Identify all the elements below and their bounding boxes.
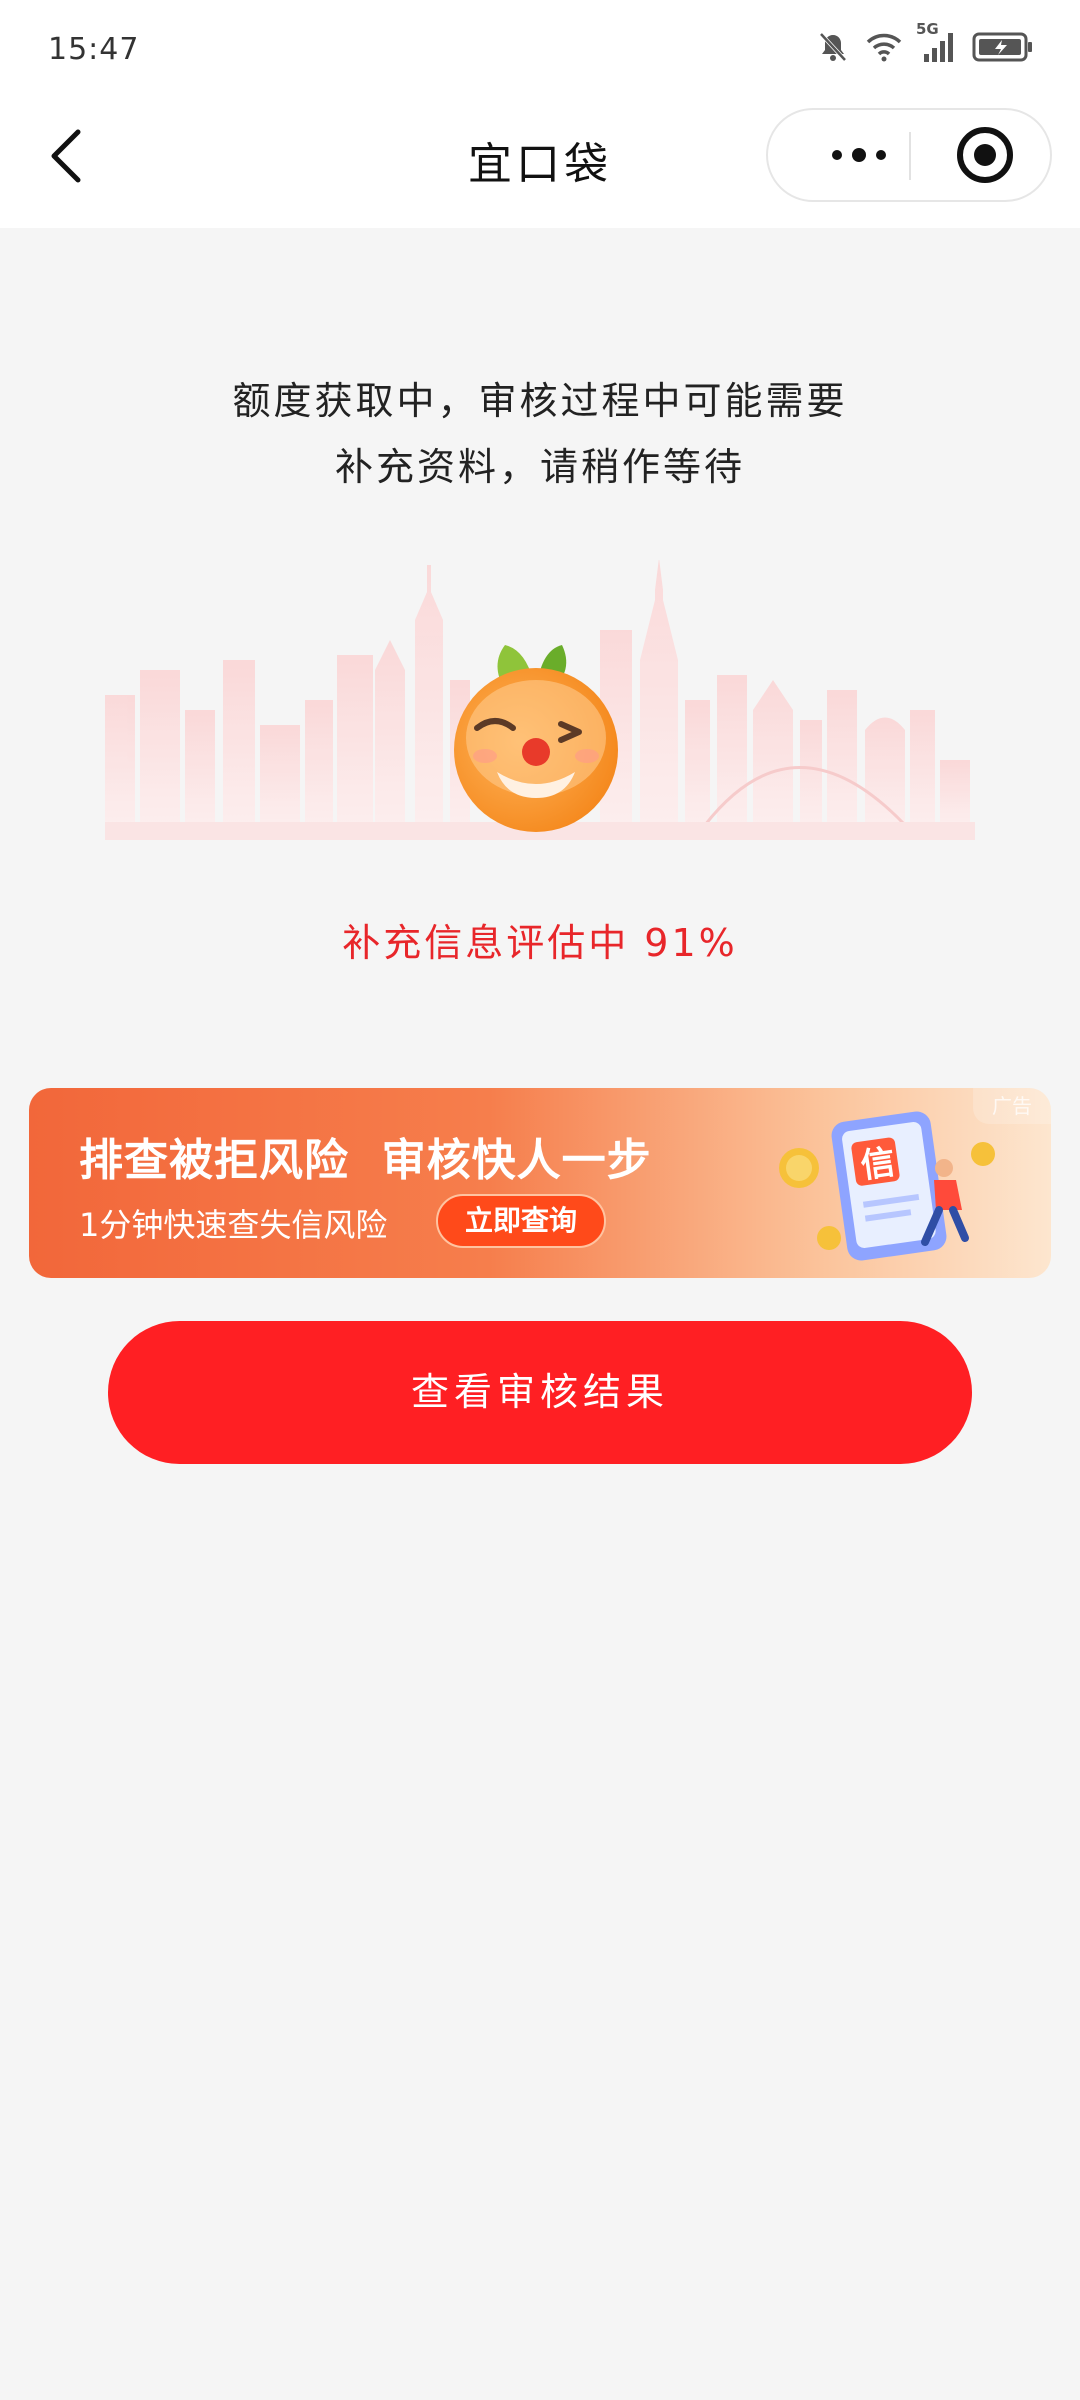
- progress-status-text: 补充信息评估中 91%: [342, 921, 738, 965]
- status-bar: 15:47 5G: [0, 0, 1080, 100]
- skyline-mascot-illustration: [105, 560, 975, 840]
- close-miniprogram-button[interactable]: [954, 124, 1016, 186]
- ad-subtitle: 1分钟快速查失信风险: [79, 1206, 388, 1244]
- status-message-line2: 补充资料，请稍作等待: [334, 445, 745, 489]
- wifi-icon: [864, 30, 904, 68]
- navigation-bar: 宜口袋: [0, 100, 1080, 228]
- ad-badge-char: 信: [858, 1142, 897, 1186]
- ad-phone-illustration: 信: [779, 1111, 995, 1261]
- cellular-signal-icon: 5G: [916, 20, 958, 68]
- mute-icon: [816, 30, 850, 68]
- mascot-icon: [454, 645, 618, 832]
- status-message-line1: 额度获取中，审核过程中可能需要: [232, 379, 848, 423]
- ad-banner[interactable]: 广告 排查被拒风险 审核快人一步 1分钟快速查失信风险 立即查询 信: [29, 1088, 1051, 1278]
- miniprogram-capsule: [766, 108, 1052, 202]
- ad-title: 排查被拒风险 审核快人一步: [79, 1135, 652, 1186]
- more-dots-icon: [832, 148, 886, 162]
- battery-icon: [972, 30, 1034, 68]
- miniprogram-close-icon: [957, 127, 1013, 183]
- more-button[interactable]: [804, 110, 914, 200]
- status-icons: 5G: [816, 20, 1034, 68]
- status-time: 15:47: [48, 32, 140, 67]
- capsule-divider: [909, 132, 911, 180]
- view-review-result-button[interactable]: 查看审核结果: [108, 1321, 972, 1464]
- ad-query-button[interactable]: 立即查询: [436, 1194, 606, 1248]
- network-type: 5G: [916, 20, 939, 38]
- status-message: 额度获取中，审核过程中可能需要 补充资料，请稍作等待: [0, 368, 1080, 500]
